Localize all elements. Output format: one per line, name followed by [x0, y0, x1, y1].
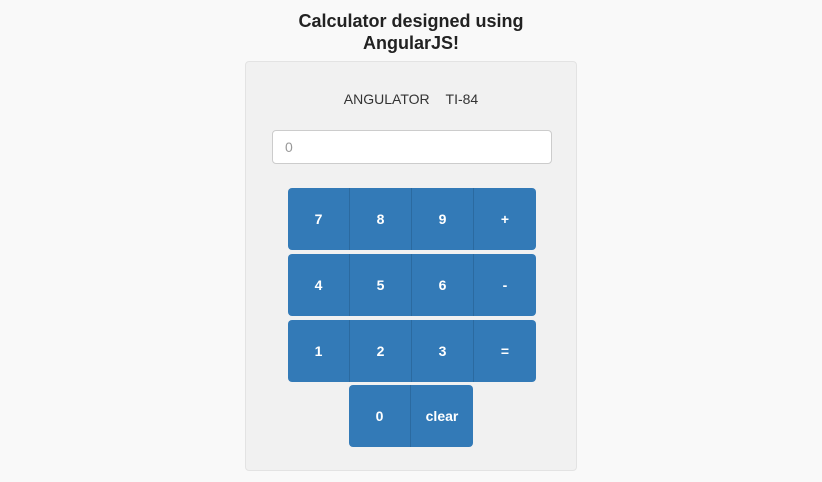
clear-button[interactable]: clear [411, 385, 473, 447]
key-plus-button[interactable]: + [474, 188, 536, 250]
model-name: TI-84 [445, 91, 479, 107]
key-minus-button[interactable]: - [474, 254, 536, 316]
keypad-row: 7 8 9 + [288, 188, 536, 250]
brand-name: ANGULATOR [343, 91, 430, 107]
key-8-button[interactable]: 8 [350, 188, 412, 250]
calculator-panel: ANGULATOR TI-84 7 8 9 + 4 5 6 - 1 2 3 = … [245, 61, 577, 471]
keypad-row: 4 5 6 - [288, 254, 536, 316]
key-equals-button[interactable]: = [474, 320, 536, 382]
key-5-button[interactable]: 5 [350, 254, 412, 316]
keypad-row: 1 2 3 = [288, 320, 536, 382]
calculator-display-input[interactable] [272, 130, 552, 164]
key-2-button[interactable]: 2 [350, 320, 412, 382]
key-9-button[interactable]: 9 [412, 188, 474, 250]
page-title: Calculator designed using AngularJS! [0, 10, 822, 54]
key-3-button[interactable]: 3 [412, 320, 474, 382]
calculator-brand: ANGULATOR TI-84 [246, 91, 576, 107]
key-7-button[interactable]: 7 [288, 188, 350, 250]
page-title-line-1: Calculator designed using [298, 11, 524, 31]
key-0-button[interactable]: 0 [349, 385, 411, 447]
key-4-button[interactable]: 4 [288, 254, 350, 316]
page-title-line-2: AngularJS! [362, 33, 459, 53]
keypad-row: 0 clear [349, 385, 473, 447]
key-1-button[interactable]: 1 [288, 320, 350, 382]
key-6-button[interactable]: 6 [412, 254, 474, 316]
